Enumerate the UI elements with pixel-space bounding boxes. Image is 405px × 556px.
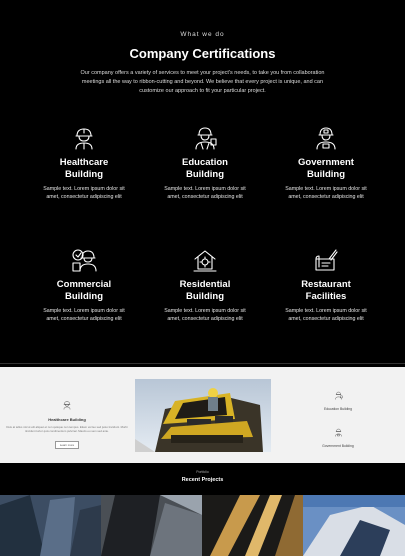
project-thumbnail[interactable] xyxy=(303,495,405,556)
section-divider xyxy=(0,363,405,364)
service-card-education[interactable]: Education Building Sample text. Lorem ip… xyxy=(145,125,265,201)
worker-badge-icon xyxy=(334,428,342,437)
service-description: Sample text. Lorem ipsum dolor sit amet,… xyxy=(164,308,246,322)
service-description: Sample text. Lorem ipsum dolor sit amet,… xyxy=(43,308,125,322)
feature-left-block: Healthcare Building Duis at tellus nisl … xyxy=(4,397,130,451)
recent-projects-section: Portfolio Recent Projects xyxy=(0,463,405,556)
service-description: Sample text. Lorem ipsum dolor sit amet,… xyxy=(164,186,246,200)
recent-eyebrow: Portfolio xyxy=(196,470,209,474)
service-card-government[interactable]: Government Building Sample text. Lorem i… xyxy=(266,125,386,201)
project-thumbnail[interactable] xyxy=(202,495,303,556)
service-name: Restaurant Facilities xyxy=(301,279,351,302)
feature-item-label: Government Building xyxy=(322,444,354,448)
service-name: Government Building xyxy=(298,157,354,180)
service-description: Sample text. Lorem ipsum dolor sit amet,… xyxy=(285,308,367,322)
feature-item-education[interactable]: Education Building xyxy=(310,387,366,411)
worker-vest-icon xyxy=(192,125,218,151)
project-thumbnail[interactable] xyxy=(101,495,202,556)
worker-plans-icon xyxy=(71,247,97,273)
section-title: Company Certifications xyxy=(129,46,276,61)
feature-item-label: Education Building xyxy=(323,407,353,411)
project-gallery xyxy=(0,495,405,556)
feature-item-government[interactable]: Government Building xyxy=(310,424,366,448)
construction-worker-image xyxy=(135,379,271,452)
service-card-commercial[interactable]: Commercial Building Sample text. Lorem i… xyxy=(24,247,144,323)
worker-helmet-icon xyxy=(63,401,71,410)
recent-title: Recent Projects xyxy=(181,477,224,483)
service-name: Commercial Building xyxy=(56,279,112,302)
worker-helmet-icon xyxy=(71,125,97,151)
service-name: Education Building xyxy=(182,157,228,180)
section-intro: Our company offers a variety of services… xyxy=(80,70,325,94)
service-card-restaurant[interactable]: Restaurant Facilities Sample text. Lorem… xyxy=(266,247,386,323)
learn-more-button[interactable]: Learn more xyxy=(54,441,80,449)
service-name: Healthcare Building xyxy=(59,157,109,180)
worker-vest-icon xyxy=(334,391,342,400)
feature-section: Healthcare Building Duis at tellus nisl … xyxy=(0,367,405,463)
service-description: Sample text. Lorem ipsum dolor sit amet,… xyxy=(43,186,125,200)
section-eyebrow: What we do xyxy=(180,31,225,38)
service-description: Sample text. Lorem ipsum dolor sit amet,… xyxy=(285,186,367,200)
project-thumbnail[interactable] xyxy=(0,495,101,556)
services-section: What we do Company Certifications Our co… xyxy=(0,0,405,366)
service-name: Residential Building xyxy=(179,279,231,302)
worker-badge-icon xyxy=(313,125,339,151)
service-card-healthcare[interactable]: Healthcare Building Sample text. Lorem i… xyxy=(24,125,144,201)
house-gear-icon xyxy=(192,247,218,273)
feature-description: Duis at tellus nisl ut elit aliquet et n… xyxy=(6,425,128,433)
service-card-residential[interactable]: Residential Building Sample text. Lorem … xyxy=(145,247,265,323)
blueprint-pencil-icon xyxy=(313,247,339,273)
feature-title: Healthcare Building xyxy=(48,417,86,422)
